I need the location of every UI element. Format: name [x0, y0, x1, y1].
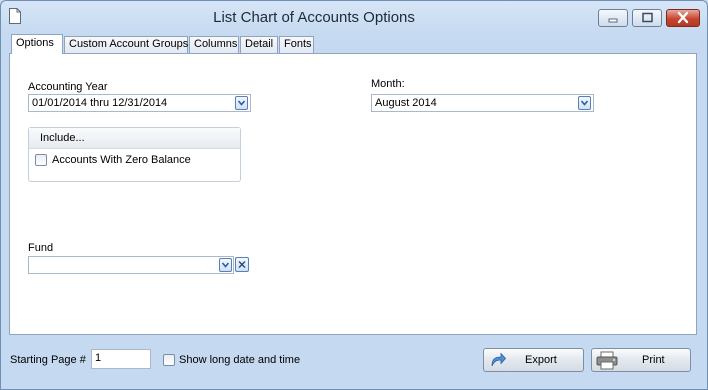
- accounting-year-value: 01/01/2014 thru 12/31/2014: [32, 97, 168, 109]
- include-header: Include...: [29, 128, 240, 149]
- close-icon[interactable]: [235, 257, 249, 272]
- fund-select[interactable]: [28, 256, 234, 274]
- tab-custom-account-groups[interactable]: Custom Account Groups: [64, 36, 188, 53]
- long-date-checkbox[interactable]: [163, 354, 175, 366]
- accounting-year-label: Accounting Year: [28, 81, 108, 93]
- close-window-button[interactable]: [666, 9, 700, 27]
- export-arrow-icon: [491, 352, 507, 367]
- tab-detail[interactable]: Detail: [240, 36, 278, 53]
- title-bar[interactable]: List Chart of Accounts Options: [1, 1, 707, 33]
- export-label: Export: [525, 354, 557, 366]
- include-group: Include... Accounts With Zero Balance: [28, 127, 241, 182]
- maximize-button[interactable]: [632, 9, 662, 27]
- include-header-label: Include...: [40, 132, 85, 144]
- month-select[interactable]: August 2014: [371, 94, 594, 112]
- print-button[interactable]: Print: [591, 348, 691, 372]
- export-button[interactable]: Export: [483, 348, 584, 372]
- chevron-down-icon[interactable]: [219, 258, 232, 272]
- month-label: Month:: [371, 78, 405, 90]
- starting-page-label: Starting Page #: [10, 354, 86, 366]
- printer-icon: [596, 351, 618, 370]
- zero-balance-label[interactable]: Accounts With Zero Balance: [52, 154, 191, 166]
- starting-page-field[interactable]: [91, 349, 151, 369]
- tab-columns[interactable]: Columns: [189, 36, 239, 53]
- tab-options[interactable]: Options: [11, 34, 63, 54]
- accounting-year-select[interactable]: 01/01/2014 thru 12/31/2014: [28, 94, 251, 112]
- starting-page-input[interactable]: [95, 352, 149, 364]
- long-date-label[interactable]: Show long date and time: [179, 354, 300, 366]
- tab-fonts[interactable]: Fonts: [279, 36, 314, 53]
- month-value: August 2014: [375, 97, 437, 109]
- options-panel: Accounting Year 01/01/2014 thru 12/31/20…: [9, 53, 697, 335]
- chevron-down-icon[interactable]: [235, 96, 248, 110]
- minimize-button[interactable]: [598, 9, 628, 27]
- zero-balance-checkbox[interactable]: [35, 154, 47, 166]
- window-title: List Chart of Accounts Options: [213, 9, 415, 26]
- fund-label: Fund: [28, 242, 54, 254]
- chevron-down-icon[interactable]: [578, 96, 591, 110]
- dialog-window: List Chart of Accounts Options Options C…: [0, 0, 708, 390]
- print-label: Print: [642, 354, 665, 366]
